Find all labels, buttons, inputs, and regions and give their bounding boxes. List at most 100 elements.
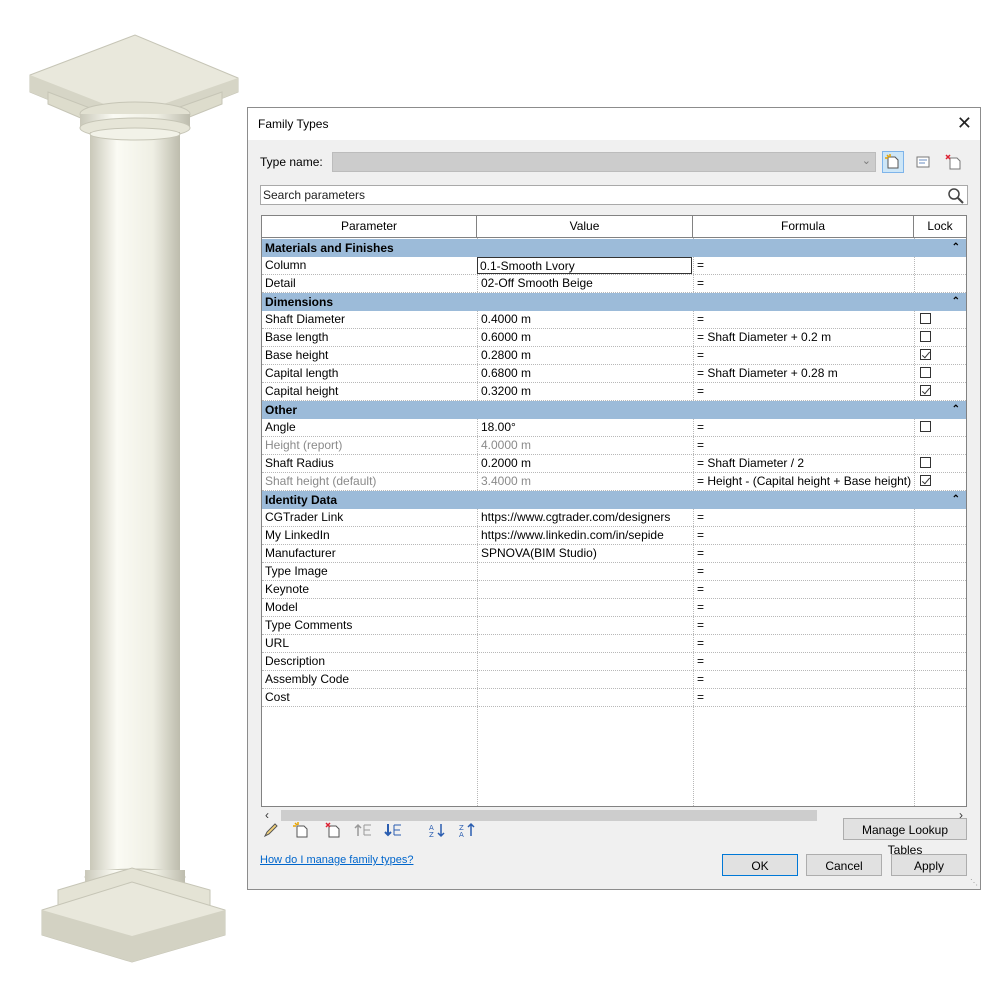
parameter-value[interactable]: 0.6800 m [477,365,693,382]
parameter-value[interactable] [477,671,693,688]
parameter-formula[interactable]: = Shaft Diameter + 0.2 m [693,329,914,346]
parameter-formula[interactable]: = [693,347,914,364]
collapse-icon[interactable]: ⌃ [952,239,960,257]
collapse-icon[interactable]: ⌃ [952,293,960,311]
header-lock[interactable]: Lock [914,216,966,237]
sort-descending-icon: ZA [459,822,475,838]
chevron-down-icon[interactable]: ⌄ [862,154,871,167]
help-link[interactable]: How do I manage family types? [260,854,413,866]
ok-button[interactable]: OK [722,854,798,876]
parameter-value[interactable] [477,581,693,598]
parameter-value[interactable]: SPNOVA(BIM Studio) [477,545,693,562]
delete-parameter-button[interactable] [322,820,344,840]
parameter-name: Type Comments [265,618,353,632]
parameter-name: CGTrader Link [265,510,344,524]
parameter-formula[interactable]: = Shaft Diameter / 2 [693,455,914,472]
apply-button[interactable]: Apply [891,854,967,876]
parameter-formula[interactable]: = Height - (Capital height + Base height… [693,473,914,490]
parameter-value[interactable]: 02-Off Smooth Beige [477,275,693,292]
header-value[interactable]: Value [477,216,693,237]
parameter-value[interactable]: https://www.linkedin.com/in/sepide [477,527,693,544]
parameter-formula[interactable]: = [693,635,914,652]
lock-checkbox[interactable] [920,421,931,432]
group-header[interactable]: Materials and Finishes ⌃ [262,239,966,257]
parameter-value[interactable]: 0.2800 m [477,347,693,364]
parameter-formula[interactable]: = [693,311,914,328]
lock-checkbox[interactable] [920,349,931,360]
parameter-value: 4.0000 m [477,437,693,454]
collapse-icon[interactable]: ⌃ [952,491,960,509]
parameter-value[interactable] [477,617,693,634]
parameter-formula[interactable]: = [693,689,914,706]
header-parameter[interactable]: Parameter [262,216,477,237]
parameter-value[interactable]: 0.2000 m [477,455,693,472]
type-name-combo[interactable]: ⌄ [332,152,876,172]
delete-type-button[interactable] [942,151,964,173]
parameters-table: Parameter Value Formula Lock Materials a… [261,215,967,807]
sort-ascending-button[interactable]: AZ [426,820,448,840]
parameter-value[interactable]: 0.4000 m [477,311,693,328]
column-illustration [29,34,239,963]
parameter-value[interactable]: 0.6000 m [477,329,693,346]
parameter-name: Assembly Code [265,672,350,686]
lock-cell [914,275,966,292]
parameter-value[interactable] [477,599,693,616]
parameter-value[interactable]: 0.1-Smooth Lvory [477,257,692,274]
lock-checkbox[interactable] [920,475,931,486]
parameter-value[interactable] [477,689,693,706]
parameter-formula[interactable]: = [693,671,914,688]
parameter-formula[interactable]: = [693,563,914,580]
lock-cell [914,599,966,616]
lock-checkbox[interactable] [920,331,931,342]
parameter-formula[interactable]: = [693,617,914,634]
parameter-value[interactable]: 0.3200 m [477,383,693,400]
group-header[interactable]: Identity Data ⌃ [262,491,966,509]
parameter-formula[interactable]: = [693,419,914,436]
group-header[interactable]: Other ⌃ [262,401,966,419]
header-formula[interactable]: Formula [693,216,914,237]
lock-cell [914,509,966,526]
parameter-formula[interactable]: = [693,437,914,454]
parameter-formula[interactable]: = [693,383,914,400]
parameter-value[interactable]: 18.00° [477,419,693,436]
resize-grip-icon[interactable]: ⋱ [970,878,978,887]
sort-descending-button[interactable]: ZA [456,820,478,840]
lock-checkbox[interactable] [920,313,931,324]
parameter-formula[interactable]: = [693,509,914,526]
parameter-name: Description [265,654,326,668]
lock-cell [914,545,966,562]
parameter-formula[interactable]: = [693,653,914,670]
parameter-value[interactable] [477,653,693,670]
group-header[interactable]: Dimensions ⌃ [262,293,966,311]
edit-parameter-icon [263,823,278,838]
lock-checkbox[interactable] [920,385,931,396]
parameter-value[interactable] [477,563,693,580]
magnifier-icon[interactable] [947,187,965,205]
edit-parameter-button[interactable] [260,820,282,840]
parameter-formula[interactable]: = [693,257,914,274]
parameter-formula[interactable]: = Shaft Diameter + 0.28 m [693,365,914,382]
new-type-button[interactable] [882,151,904,173]
lock-checkbox[interactable] [920,367,931,378]
cancel-button[interactable]: Cancel [806,854,882,876]
close-icon[interactable]: ✕ [957,113,972,133]
move-down-button[interactable] [382,820,404,840]
parameter-formula[interactable]: = [693,599,914,616]
manage-lookup-tables-button[interactable]: Manage Lookup Tables [843,818,967,857]
rename-type-button[interactable] [912,151,934,173]
parameter-value[interactable]: https://www.cgtrader.com/designers [477,509,693,526]
collapse-icon[interactable]: ⌃ [952,401,960,419]
parameter-formula[interactable]: = [693,581,914,598]
parameter-formula[interactable]: = [693,545,914,562]
lock-cell [914,581,966,598]
search-input[interactable] [261,186,943,204]
parameter-formula[interactable]: = [693,527,914,544]
parameter-value[interactable] [477,635,693,652]
parameter-formula[interactable]: = [693,275,914,292]
move-up-button[interactable] [352,820,374,840]
table-row: Detail 02-Off Smooth Beige = [262,275,966,293]
parameter-name: Column [265,258,307,272]
lock-checkbox[interactable] [920,457,931,468]
new-parameter-button[interactable] [290,820,312,840]
search-parameters-field[interactable] [260,185,968,205]
